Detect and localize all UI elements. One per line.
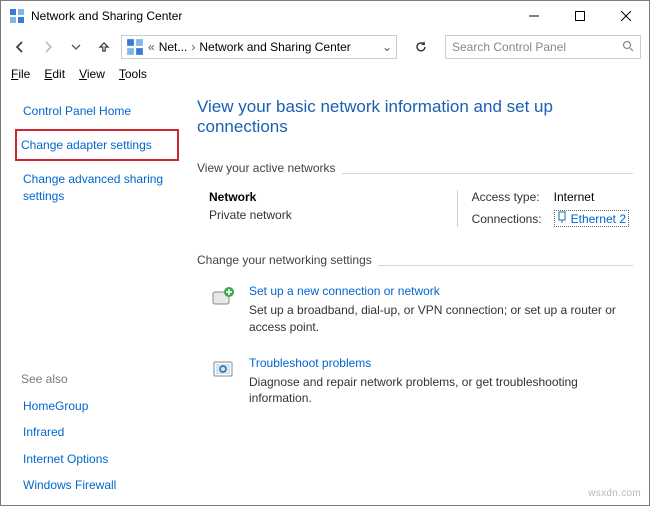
menu-file[interactable]: File xyxy=(11,67,30,81)
sidebar-windows-firewall[interactable]: Windows Firewall xyxy=(21,475,177,495)
forward-button[interactable] xyxy=(37,36,59,58)
breadcrumb-icon xyxy=(126,38,144,56)
connection-link[interactable]: Ethernet 2 xyxy=(554,210,629,227)
chevron-right-icon[interactable]: « xyxy=(148,40,155,54)
page-heading: View your basic network information and … xyxy=(197,97,633,137)
chevron-down-icon[interactable]: ⌄ xyxy=(382,40,392,54)
setup-connection-icon xyxy=(209,284,237,312)
network-entry: Network Private network Access type: Int… xyxy=(197,186,633,245)
network-type: Private network xyxy=(209,208,443,222)
sidebar-change-adapter-settings[interactable]: Change adapter settings xyxy=(15,129,179,161)
active-networks-label: View your active networks xyxy=(197,153,633,167)
address-bar[interactable]: « Net... › Network and Sharing Center ⌄ xyxy=(121,35,397,59)
access-type-value: Internet xyxy=(554,190,629,204)
refresh-button[interactable] xyxy=(409,35,433,59)
network-name: Network xyxy=(209,190,443,204)
sidebar-internet-options[interactable]: Internet Options xyxy=(21,449,177,469)
up-button[interactable] xyxy=(93,36,115,58)
menu-view[interactable]: View xyxy=(79,67,105,81)
see-also-heading: See also xyxy=(21,372,177,386)
sidebar-control-panel-home[interactable]: Control Panel Home xyxy=(21,99,177,123)
troubleshoot-title[interactable]: Troubleshoot problems xyxy=(249,356,633,370)
minimize-button[interactable] xyxy=(511,1,557,31)
close-button[interactable] xyxy=(603,1,649,31)
troubleshoot-item[interactable]: Troubleshoot problems Diagnose and repai… xyxy=(197,350,633,422)
app-icon xyxy=(9,8,25,24)
search-input[interactable] xyxy=(452,40,634,54)
content-area: Control Panel Home Change adapter settin… xyxy=(1,87,649,507)
change-settings-label: Change your networking settings xyxy=(197,245,633,259)
setup-connection-item[interactable]: Set up a new connection or network Set u… xyxy=(197,278,633,350)
search-box[interactable] xyxy=(445,35,641,59)
window-title: Network and Sharing Center xyxy=(31,9,511,23)
nic-icon xyxy=(557,211,567,226)
maximize-button[interactable] xyxy=(557,1,603,31)
titlebar: Network and Sharing Center xyxy=(1,1,649,31)
main-panel: View your basic network information and … xyxy=(187,87,649,507)
search-icon[interactable] xyxy=(622,40,634,55)
access-type-label: Access type: xyxy=(472,190,542,204)
menubar: File Edit View Tools xyxy=(1,63,649,87)
watermark: wsxdn.com xyxy=(588,488,641,499)
menu-tools[interactable]: Tools xyxy=(119,67,147,81)
sidebar-homegroup[interactable]: HomeGroup xyxy=(21,396,177,416)
recent-dropdown[interactable] xyxy=(65,36,87,58)
sidebar-change-advanced-sharing[interactable]: Change advanced sharing settings xyxy=(21,167,177,207)
troubleshoot-desc: Diagnose and repair network problems, or… xyxy=(249,374,633,408)
menu-edit[interactable]: Edit xyxy=(44,67,65,81)
troubleshoot-icon xyxy=(209,356,237,384)
breadcrumb-item[interactable]: Net... xyxy=(159,40,188,54)
breadcrumb-item[interactable]: Network and Sharing Center xyxy=(199,40,350,54)
back-button[interactable] xyxy=(9,36,31,58)
sidebar-infrared[interactable]: Infrared xyxy=(21,422,177,442)
sidebar: Control Panel Home Change adapter settin… xyxy=(1,87,187,507)
setup-connection-title[interactable]: Set up a new connection or network xyxy=(249,284,633,298)
connections-label: Connections: xyxy=(472,212,542,226)
chevron-right-icon[interactable]: › xyxy=(191,40,195,54)
toolbar: « Net... › Network and Sharing Center ⌄ xyxy=(1,31,649,63)
setup-connection-desc: Set up a broadband, dial-up, or VPN conn… xyxy=(249,302,633,336)
